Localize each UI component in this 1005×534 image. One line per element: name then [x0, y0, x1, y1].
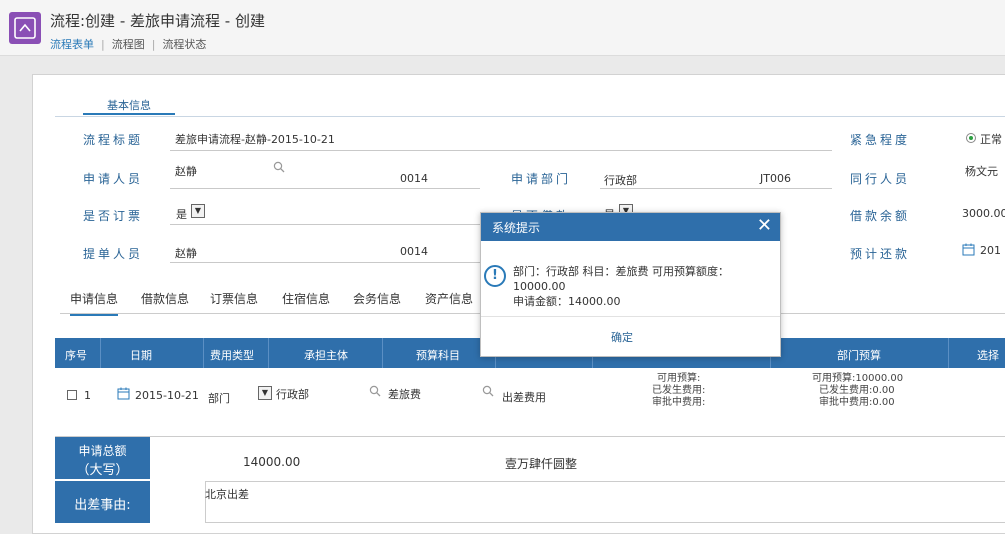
dialog-divider [481, 316, 780, 317]
dept-code: JT006 [760, 172, 791, 185]
search-icon[interactable] [273, 161, 285, 176]
dept-underline [600, 188, 832, 189]
nav-flow-graph[interactable]: 流程图 [112, 36, 145, 52]
submitter-label: 提单人员 [83, 247, 144, 261]
nav-separator: | [151, 38, 156, 51]
calendar-icon[interactable] [117, 387, 130, 403]
summary-section: 申请总额 （大写） 14000.00 壹万肆仟圆整 出差事由: 北京出差 ▲ ▼ [55, 436, 1005, 523]
ticket-select[interactable]: 是 [176, 206, 187, 222]
submitter-code: 0014 [400, 245, 428, 258]
page-title: 流程:创建 - 差旅申请流程 - 创建 [50, 12, 265, 30]
ticket-dropdown-icon[interactable]: ▼ [191, 204, 205, 218]
row-pending-cost: 审批中费用: [652, 397, 706, 408]
col-dept-budget: 部门预算 [837, 349, 881, 362]
flow-title-input[interactable]: 差旅申请流程-赵静-2015-10-21 [175, 131, 335, 147]
row-dept-pending: 审批中费用:0.00 [819, 397, 895, 408]
row-spent-cost: 已发生费用: [652, 385, 706, 396]
row-cost-type[interactable]: 部门 [208, 390, 230, 406]
section-divider [55, 116, 1005, 117]
calendar-icon[interactable] [962, 243, 975, 259]
tab-apply-info[interactable]: 申请信息 [70, 290, 119, 316]
loan-balance-value: 3000.00 [962, 207, 1005, 220]
column-divider [100, 338, 101, 368]
urgency-label: 紧急程度 [850, 133, 911, 147]
col-select: 选择 [977, 349, 999, 362]
dialog-title: 系统提示 [492, 221, 541, 235]
nav-flow-status[interactable]: 流程状态 [162, 36, 206, 52]
info-icon: ! [484, 265, 506, 287]
page-header: 流程:创建 - 差旅申请流程 - 创建 流程表单 | 流程图 | 流程状态 [0, 0, 1005, 56]
reason-textarea[interactable]: 北京出差 ▲ ▼ [205, 481, 1005, 523]
nav-separator: | [101, 38, 105, 51]
row-bearer[interactable]: 行政部 [276, 386, 309, 402]
column-divider [382, 338, 383, 368]
row-dept-spent: 已发生费用:0.00 [819, 385, 895, 396]
row-dept-avail: 可用预算:10000.00 [812, 373, 904, 384]
ticket-label: 是否订票 [83, 209, 144, 223]
tab-asset-info[interactable]: 资产信息 [425, 290, 473, 307]
search-icon[interactable] [369, 385, 381, 400]
col-bearer: 承担主体 [304, 349, 348, 362]
repay-date[interactable]: 201 [980, 244, 1001, 257]
tab-ticket-info[interactable]: 订票信息 [210, 290, 258, 307]
repay-label: 预计还款 [850, 247, 911, 261]
flow-title-underline [170, 150, 832, 151]
dialog-message-line1: 部门：行政部 科目：差旅费 可用预算额度：10000.00 [513, 265, 729, 293]
tab-meeting-info[interactable]: 会务信息 [353, 290, 401, 307]
dialog-header: 系统提示 ✕ [481, 213, 780, 241]
dept-input[interactable]: 行政部 [604, 172, 637, 188]
companion-label: 同行人员 [850, 172, 911, 186]
total-label: 申请总额 [78, 444, 127, 458]
cost-type-dropdown-icon[interactable]: ▼ [258, 386, 272, 400]
reason-value: 北京出差 [205, 488, 249, 501]
applicant-underline [170, 188, 480, 189]
dept-label: 申请部门 [511, 172, 572, 186]
row-checkbox[interactable] [67, 390, 77, 400]
nav-flow-form[interactable]: 流程表单 [50, 36, 94, 52]
search-icon[interactable] [482, 385, 494, 400]
col-index: 序号 [65, 349, 87, 362]
submitter-underline [170, 262, 480, 263]
companion-input[interactable]: 杨文元 [965, 163, 998, 179]
total-label-caps: （大写） [76, 463, 129, 478]
col-date: 日期 [130, 349, 152, 362]
col-subject: 预算科目 [416, 349, 460, 362]
urgency-radio[interactable] [966, 133, 976, 143]
flow-title-label: 流程标题 [83, 133, 144, 147]
flow-nav: 流程表单 | 流程图 | 流程状态 [50, 36, 206, 52]
applicant-label: 申请人员 [83, 172, 144, 186]
ok-button[interactable]: 确定 [611, 329, 633, 345]
row-category: 出差费用 [502, 391, 546, 404]
row-index: 1 [84, 389, 91, 402]
applicant-input[interactable]: 赵静 [175, 163, 197, 179]
row-date[interactable]: 2015-10-21 [135, 389, 199, 402]
urgency-value: 正常 [980, 133, 1002, 146]
loan-balance-label: 借款余额 [850, 209, 911, 223]
tab-lodging-info[interactable]: 住宿信息 [282, 290, 330, 307]
dialog-message: 部门：行政部 科目：差旅费 可用预算额度：10000.00 申请金额：14000… [513, 264, 781, 309]
close-icon[interactable]: ✕ [757, 215, 772, 236]
col-cost-type: 费用类型 [210, 349, 254, 362]
system-alert-dialog: 系统提示 ✕ ! 部门：行政部 科目：差旅费 可用预算额度：10000.00 申… [480, 212, 781, 357]
column-divider [203, 338, 204, 368]
row-avail-budget: 可用预算: [657, 373, 701, 384]
applicant-code: 0014 [400, 172, 428, 185]
total-amount: 14000.00 [243, 455, 301, 469]
dialog-message-line2: 申请金额：14000.00 [513, 295, 621, 308]
workflow-app-icon [9, 12, 41, 44]
reason-label: 出差事由: [55, 481, 150, 523]
submitter-value: 赵静 [175, 247, 197, 260]
tab-loan-info[interactable]: 借款信息 [141, 290, 189, 307]
total-label-box: 申请总额 （大写） [55, 437, 150, 479]
tab-basic-info[interactable]: 基本信息 [83, 97, 175, 115]
ticket-underline [170, 224, 480, 225]
total-amount-caps: 壹万肆仟圆整 [505, 457, 578, 471]
row-subject[interactable]: 差旅费 [388, 386, 421, 402]
column-divider [948, 338, 949, 368]
column-divider [268, 338, 269, 368]
